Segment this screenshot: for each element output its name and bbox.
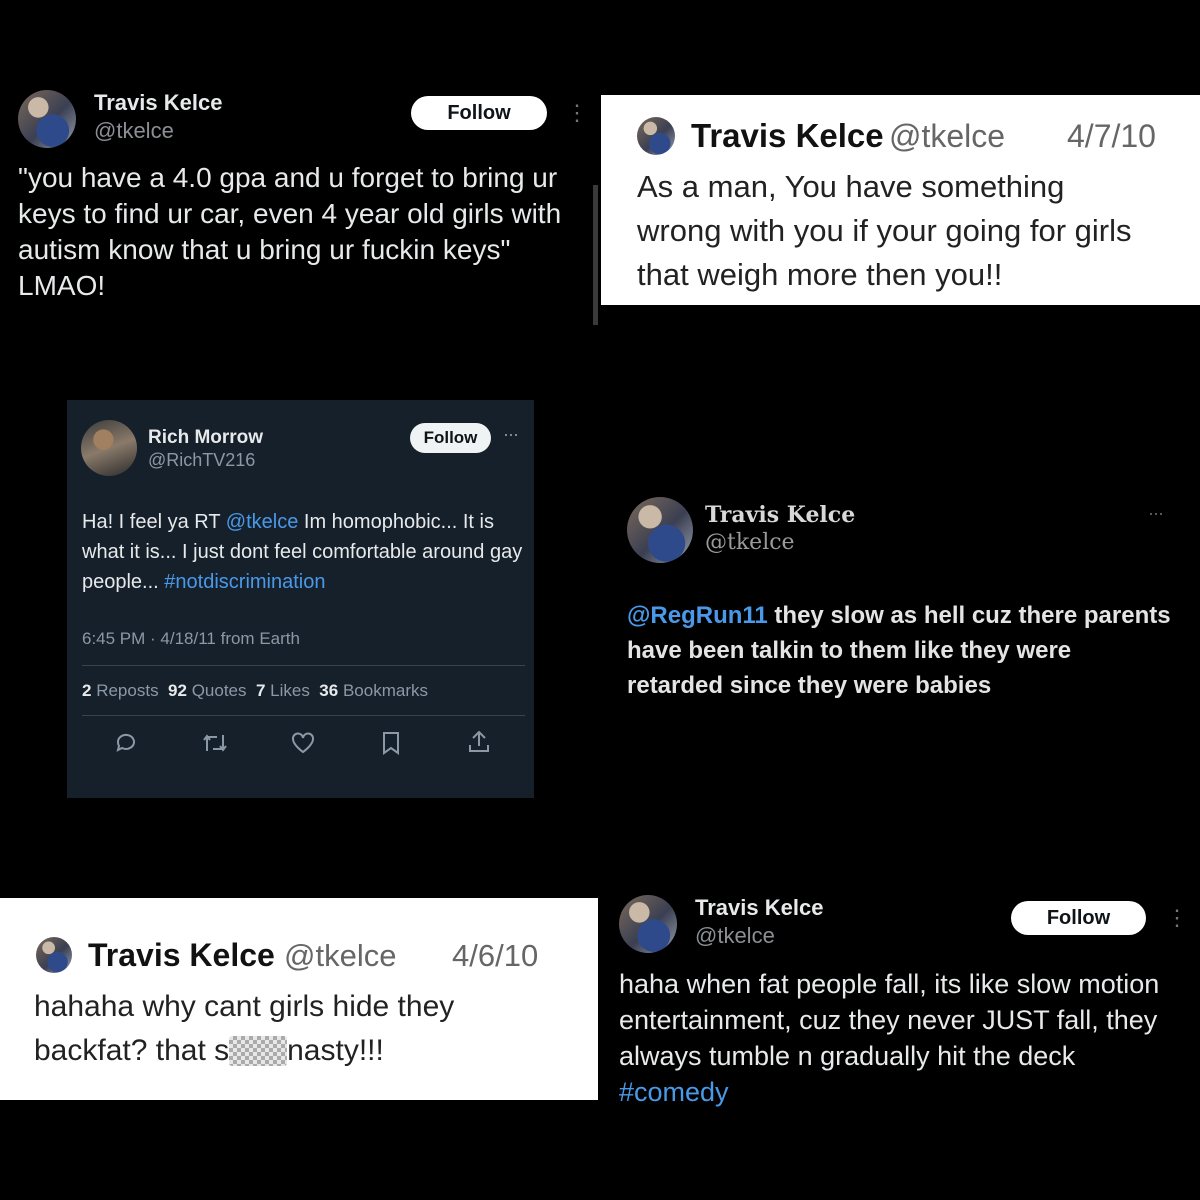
author-handle[interactable]: @tkelce xyxy=(889,118,1005,155)
mention-link[interactable]: @RegRun11 xyxy=(627,602,768,629)
divider xyxy=(82,665,525,666)
mention-link[interactable]: @tkelce xyxy=(226,511,299,533)
tweet-text: @RegRun11 they slow as hell cuz there pa… xyxy=(627,598,1172,703)
avatar[interactable] xyxy=(18,90,76,148)
avatar[interactable] xyxy=(619,895,677,953)
author-name[interactable]: Travis Kelce xyxy=(695,895,823,921)
censored-blur xyxy=(229,1036,288,1066)
tweet-text: haha when fat people fall, its like slow… xyxy=(619,966,1184,1110)
author-name[interactable]: Rich Morrow xyxy=(148,427,263,449)
reply-icon[interactable] xyxy=(114,731,138,755)
tweet-panel-5: Travis Kelce @tkelce 4/6/10 hahaha why c… xyxy=(0,898,598,1100)
stat-label: Bookmarks xyxy=(342,681,428,700)
bookmark-icon[interactable] xyxy=(381,731,401,755)
bookmarks-stat[interactable]: 36 Bookmarks xyxy=(319,681,428,700)
author-handle[interactable]: @tkelce xyxy=(695,923,775,949)
author-handle[interactable]: @RichTV216 xyxy=(148,450,255,471)
author-handle[interactable]: @tkelce xyxy=(705,530,795,555)
stat-label: Quotes xyxy=(191,681,247,700)
author-name[interactable]: Travis Kelce xyxy=(705,502,855,528)
author-name[interactable]: Travis Kelce xyxy=(94,90,222,116)
author-handle[interactable]: @tkelce xyxy=(94,118,174,144)
tweet-date: 4/7/10 xyxy=(1067,118,1156,154)
stat-count: 36 xyxy=(319,681,339,700)
reposts-stat[interactable]: 2 Reposts xyxy=(82,681,159,700)
like-icon[interactable] xyxy=(291,732,315,754)
author-name[interactable]: Travis Kelce xyxy=(691,117,884,155)
tweet-timestamp[interactable]: 6:45 PM · 4/18/11 from Earth xyxy=(82,629,300,649)
tweet-text: Ha! I feel ya RT @tkelce Im homophobic..… xyxy=(82,507,527,597)
tweet-panel-2: Travis Kelce @tkelce 4/7/10 As a man, Yo… xyxy=(601,95,1200,305)
author-name[interactable]: Travis Kelce xyxy=(88,937,275,974)
stat-count: 7 xyxy=(255,681,266,700)
more-options-icon[interactable]: ··· xyxy=(1148,503,1164,524)
stat-count: 2 xyxy=(82,681,92,700)
follow-button[interactable]: Follow xyxy=(410,423,491,453)
tweet-date: 4/6/10 xyxy=(452,938,539,973)
scrollbar[interactable] xyxy=(593,185,598,325)
tweet-card-dark: Rich Morrow @RichTV216 Follow ··· Ha! I … xyxy=(67,400,534,798)
stat-label: Reposts xyxy=(96,681,159,700)
hashtag-link[interactable]: #notdiscrimination xyxy=(164,571,325,593)
avatar[interactable] xyxy=(637,117,675,155)
more-options-icon[interactable]: ⋮ xyxy=(1166,907,1188,929)
hashtag-link[interactable]: #comedy xyxy=(619,1077,729,1107)
avatar[interactable] xyxy=(81,420,137,476)
divider xyxy=(82,715,525,716)
avatar[interactable] xyxy=(627,497,693,563)
engagement-stats: 2 Reposts 92 Quotes 7 Likes 36 Bookmarks xyxy=(82,681,428,701)
tweet-text-part: haha when fat people fall, its like slow… xyxy=(619,969,1160,1071)
tweet-text-part: nasty!!! xyxy=(287,1034,384,1067)
tweet-text-part: Ha! I feel ya RT xyxy=(82,511,226,533)
stat-label: Likes xyxy=(270,681,310,700)
tweet-text: "you have a 4.0 gpa and u forget to brin… xyxy=(18,162,562,301)
follow-button[interactable]: Follow xyxy=(1011,901,1146,935)
author-handle[interactable]: @tkelce xyxy=(284,938,396,974)
tweet-text: hahaha why cant girls hide they backfat?… xyxy=(34,985,554,1073)
more-options-icon[interactable]: ⋮ xyxy=(566,102,588,124)
follow-button[interactable]: Follow xyxy=(411,96,547,130)
repost-icon[interactable] xyxy=(202,731,228,755)
avatar[interactable] xyxy=(36,937,72,973)
share-icon[interactable] xyxy=(468,730,490,754)
stat-count: 92 xyxy=(168,681,187,700)
more-options-icon[interactable]: ··· xyxy=(503,424,519,445)
likes-stat[interactable]: 7 Likes xyxy=(256,681,310,700)
quotes-stat[interactable]: 92 Quotes xyxy=(168,681,246,700)
tweet-text: As a man, You have something wrong with … xyxy=(637,169,1132,292)
